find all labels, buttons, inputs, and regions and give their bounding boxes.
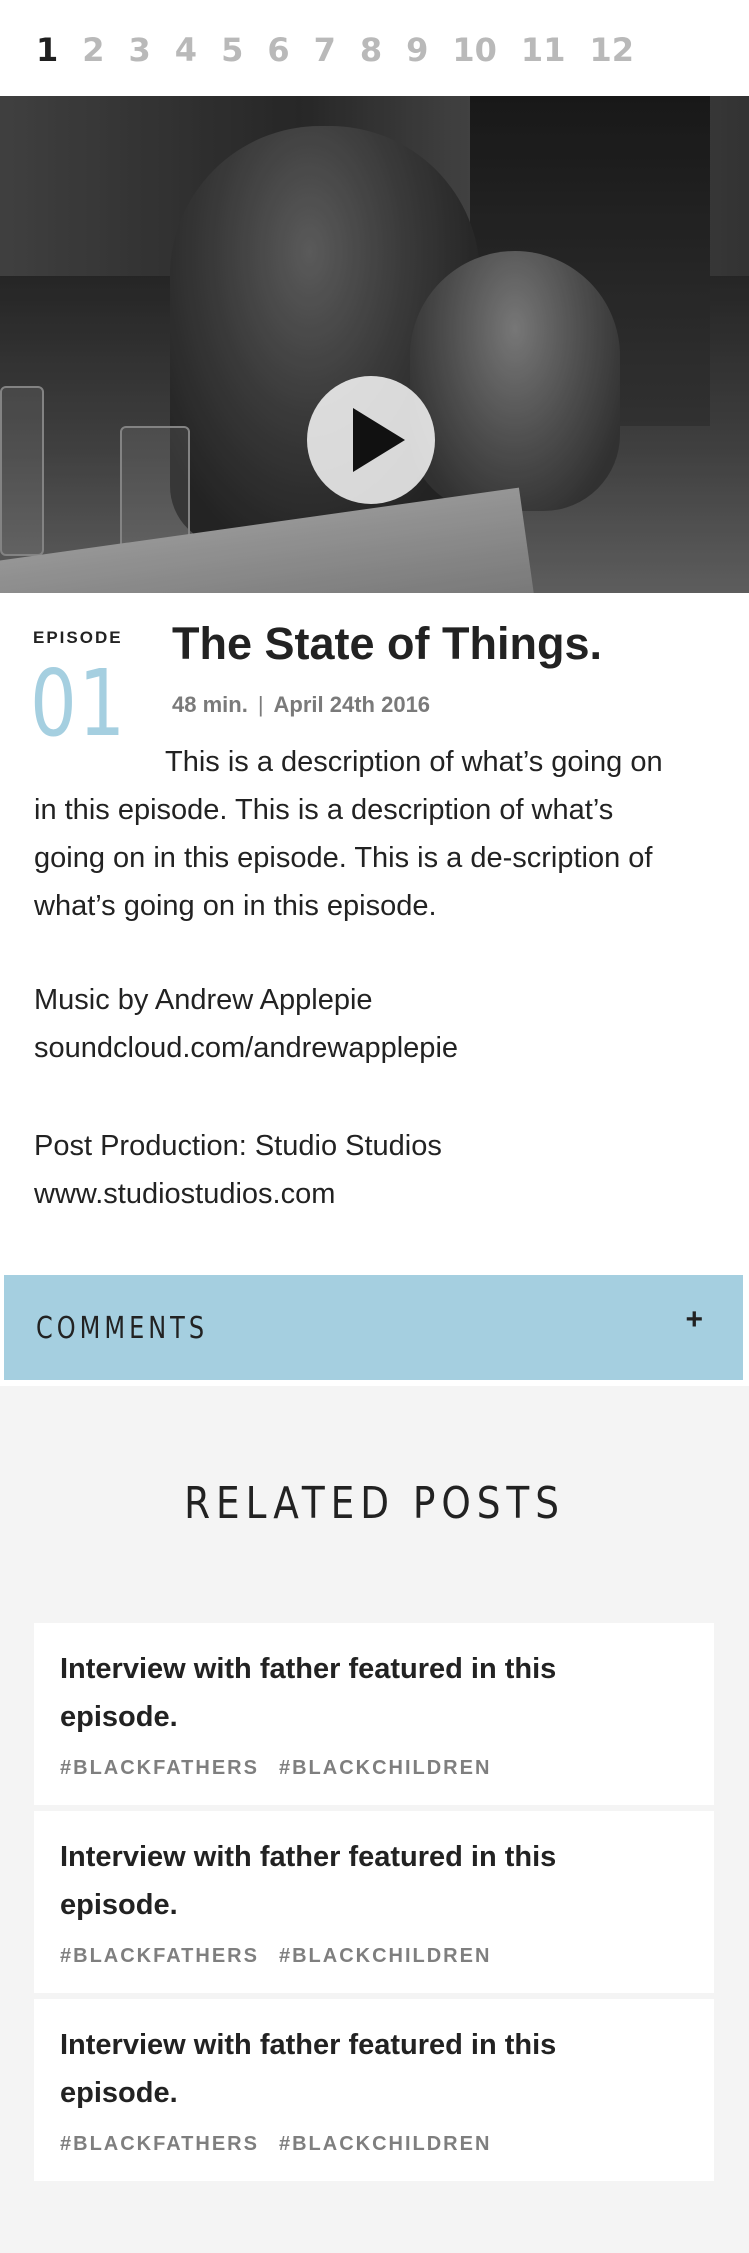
related-post-tags: #BLACKFATHERS #BLACKCHILDREN (60, 1945, 511, 1968)
related-post-card[interactable]: Interview with father featured in this e… (34, 1623, 714, 1805)
page-link-10[interactable]: 10 (452, 31, 497, 69)
related-post-title[interactable]: Interview with father featured in this e… (60, 1645, 660, 1741)
page-link-6[interactable]: 6 (267, 31, 289, 69)
episode-video-thumbnail[interactable] (0, 96, 749, 593)
post-production-link[interactable]: www.studiostudios.com (34, 1170, 684, 1218)
related-post-title[interactable]: Interview with father featured in this e… (60, 1833, 660, 1929)
episode-description: This is a description of what’s going on… (34, 746, 663, 922)
music-credit-link[interactable]: soundcloud.com/andrewapplepie (34, 1024, 684, 1072)
tag-link[interactable]: #BLACKFATHERS (60, 1757, 259, 1779)
page-link-11[interactable]: 11 (521, 31, 566, 69)
page-link-5[interactable]: 5 (221, 31, 243, 69)
tag-link[interactable]: #BLACKCHILDREN (279, 1757, 491, 1779)
music-credit-text: Music by Andrew Applepie (34, 984, 373, 1016)
comments-toggle-bar[interactable]: COMMENTS + (4, 1275, 743, 1380)
related-post-card[interactable]: Interview with father featured in this e… (34, 1999, 714, 2181)
tag-link[interactable]: #BLACKCHILDREN (279, 1945, 491, 1967)
tag-link[interactable]: #BLACKCHILDREN (279, 2133, 491, 2155)
comments-label: COMMENTS (36, 1311, 209, 1346)
tag-link[interactable]: #BLACKFATHERS (60, 2133, 259, 2155)
photo-overlay (0, 96, 749, 593)
related-posts-heading: RELATED POSTS (184, 1478, 565, 1529)
related-post-tags: #BLACKFATHERS #BLACKCHILDREN (60, 2133, 511, 2156)
related-posts-section: RELATED POSTS Interview with father feat… (0, 1386, 749, 2253)
music-credits: Music by Andrew Applepie soundcloud.com/… (34, 976, 684, 1072)
post-production-credits: Post Production: Studio Studios www.stud… (34, 1122, 684, 1218)
episode-duration: 48 min. (172, 692, 248, 717)
episode-pagination: 1 2 3 4 5 6 7 8 9 10 11 12 (0, 0, 749, 96)
related-post-tags: #BLACKFATHERS #BLACKCHILDREN (60, 1757, 511, 1780)
page-link-2[interactable]: 2 (82, 31, 104, 69)
play-button[interactable] (307, 376, 435, 504)
episode-meta: 48 min. | April 24th 2016 (172, 692, 430, 718)
meta-separator: | (257, 692, 264, 717)
page-link-3[interactable]: 3 (129, 31, 151, 69)
page-link-1[interactable]: 1 (36, 31, 58, 69)
play-icon (353, 408, 405, 472)
episode-date: April 24th 2016 (273, 692, 431, 717)
page-link-7[interactable]: 7 (314, 31, 336, 69)
page-link-12[interactable]: 12 (589, 31, 634, 69)
page-link-8[interactable]: 8 (360, 31, 382, 69)
tag-link[interactable]: #BLACKFATHERS (60, 1945, 259, 1967)
page-link-9[interactable]: 9 (406, 31, 428, 69)
related-post-title[interactable]: Interview with father featured in this e… (60, 2021, 660, 2117)
page-link-4[interactable]: 4 (175, 31, 197, 69)
post-production-text: Post Production: Studio Studios (34, 1130, 442, 1162)
expand-plus-icon[interactable]: + (685, 1303, 703, 1337)
episode-title: The State of Things. (172, 618, 603, 669)
related-post-card[interactable]: Interview with father featured in this e… (34, 1811, 714, 1993)
episode-label: EPISODE (33, 628, 123, 647)
